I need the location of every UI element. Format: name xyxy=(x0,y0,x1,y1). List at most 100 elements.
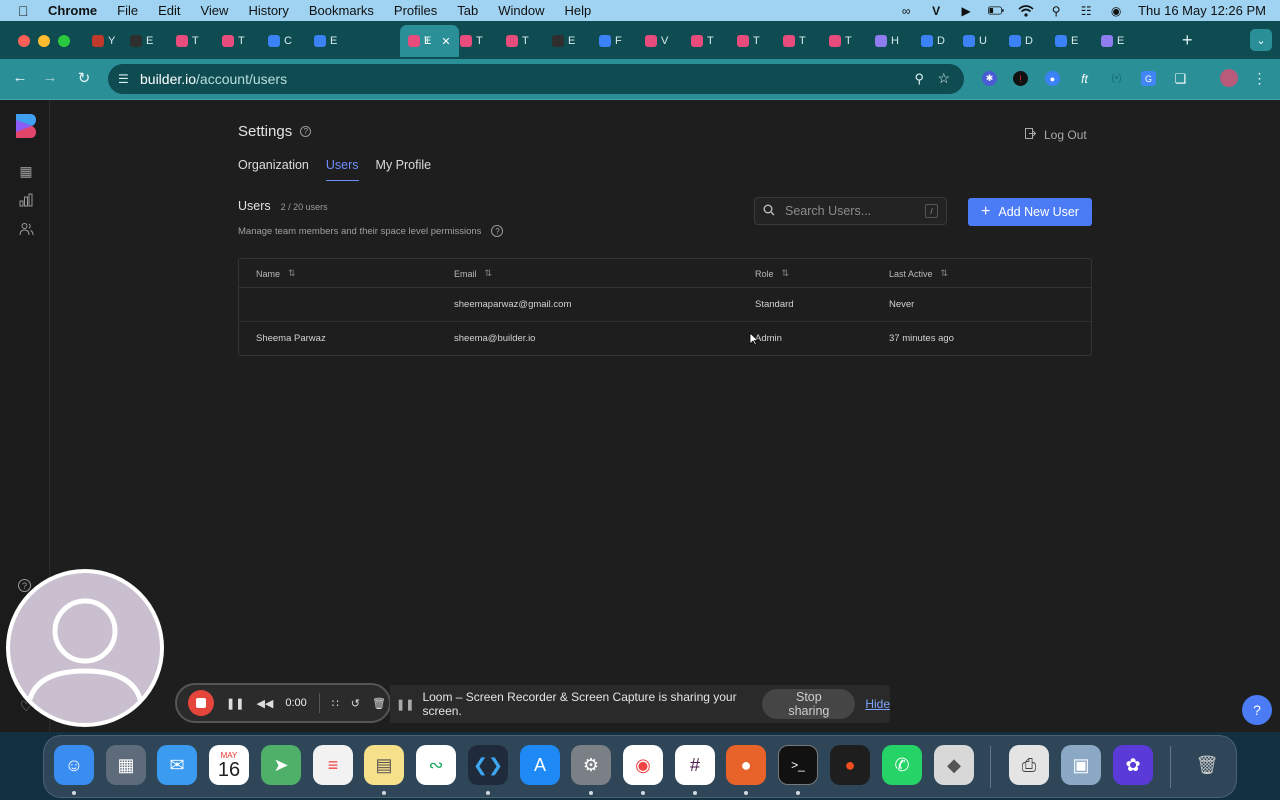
browser-tab[interactable]: U xyxy=(963,30,987,52)
printer-icon[interactable]: ⎙ xyxy=(1009,745,1049,785)
notes-icon[interactable]: ▤ xyxy=(364,745,404,785)
menu-clock[interactable]: Thu 16 May 12:26 PM xyxy=(1138,3,1266,18)
content-icon[interactable]: ▦ xyxy=(18,163,34,179)
extension-ft-icon[interactable]: ft xyxy=(1077,71,1092,86)
browser-tab[interactable]: E xyxy=(130,30,153,52)
menu-edit[interactable]: Edit xyxy=(158,3,180,18)
tab-my-profile[interactable]: My Profile xyxy=(376,158,432,181)
menu-window[interactable]: Window xyxy=(498,3,544,18)
browser-tab[interactable]: T xyxy=(460,30,483,52)
restart-icon[interactable]: ↺ xyxy=(351,697,360,710)
tab-users[interactable]: Users xyxy=(325,158,359,181)
menu-help[interactable]: Help xyxy=(565,3,592,18)
column-header-email[interactable]: Email ⇅ xyxy=(454,268,492,279)
figma-icon[interactable]: ● xyxy=(830,745,870,785)
browser-tab[interactable]: F xyxy=(599,30,622,52)
spotlight-search-icon[interactable]: ⚲ xyxy=(1048,4,1064,18)
table-row[interactable]: sheemaparwaz@gmail.com Standard Never xyxy=(239,288,1091,322)
loom-camera-bubble[interactable] xyxy=(6,569,164,727)
browser-tab[interactable]: C xyxy=(268,30,292,52)
logout-button[interactable]: Log Out xyxy=(1025,128,1087,142)
tab-close-icon[interactable]: ✕ xyxy=(441,35,450,48)
cell-role[interactable]: Standard xyxy=(755,299,794,310)
menu-tab[interactable]: Tab xyxy=(457,3,478,18)
rewind-icon[interactable]: ◀◀ xyxy=(256,697,273,710)
stop-recording-button[interactable] xyxy=(188,690,214,716)
menu-view[interactable]: View xyxy=(200,3,228,18)
users-icon[interactable] xyxy=(18,221,34,237)
tab-search-button[interactable]: ⌄ xyxy=(1250,29,1272,51)
browser-tab[interactable]: E xyxy=(1055,30,1078,52)
add-new-user-button[interactable]: + Add New User xyxy=(968,198,1092,226)
extension-brackets-icon[interactable]: (•) xyxy=(1109,71,1124,86)
reload-icon[interactable]: ↻ xyxy=(74,69,94,87)
column-header-role[interactable]: Role ⇅ xyxy=(755,268,789,279)
extension-puzzle-blue-icon[interactable]: ✱ xyxy=(982,71,997,86)
loom-icon[interactable]: ✿ xyxy=(1113,745,1153,785)
app-store-icon[interactable]: A xyxy=(520,745,560,785)
browser-tab[interactable]: T xyxy=(222,30,245,52)
menu-app-name[interactable]: Chrome xyxy=(48,3,97,18)
play-circle-icon[interactable]: ▶ xyxy=(958,4,974,18)
browser-tab[interactable]: H xyxy=(875,30,899,52)
browser-tab[interactable]: T xyxy=(408,30,431,52)
siri-icon[interactable]: ◉ xyxy=(1108,4,1124,18)
bookmark-star-icon[interactable]: ☆ xyxy=(937,70,950,87)
control-center-icon[interactable]: ☷ xyxy=(1078,4,1094,18)
tab-organization[interactable]: Organization xyxy=(238,158,309,181)
vscode-icon[interactable]: ❮❯ xyxy=(468,745,508,785)
cell-role[interactable]: Admin xyxy=(755,333,782,344)
pause-icon[interactable]: ❚❚ xyxy=(226,697,244,710)
drag-handle-icon[interactable]: ❚❚ xyxy=(396,698,414,711)
mail-icon[interactable]: ✉ xyxy=(157,745,197,785)
column-header-last-active[interactable]: Last Active ⇅ xyxy=(889,268,948,279)
permissions-help-icon[interactable]: ? xyxy=(491,225,504,237)
trash-bin-icon[interactable]: 🗑 xyxy=(1187,745,1227,785)
menu-history[interactable]: History xyxy=(248,3,288,18)
reminders-icon[interactable]: ≡ xyxy=(313,745,353,785)
wifi-icon[interactable] xyxy=(1018,4,1034,17)
extensions-puzzle-icon[interactable]: ❏ xyxy=(1173,71,1188,86)
extension-info-icon[interactable]: ! xyxy=(1013,71,1028,86)
address-url[interactable]: builder.io/account/users xyxy=(140,71,287,87)
browser-tab[interactable]: D xyxy=(921,30,945,52)
browser-tab[interactable]: T xyxy=(506,30,529,52)
preview-icon[interactable]: ▣ xyxy=(1061,745,1101,785)
address-bar[interactable]: ☰ builder.io/account/users ⚲ ☆ xyxy=(108,64,964,94)
roblox-icon[interactable]: ◆ xyxy=(934,745,974,785)
column-header-name[interactable]: Name ⇅ xyxy=(256,268,296,279)
browser-tab[interactable]: D xyxy=(1009,30,1033,52)
trash-icon[interactable]: 🗑 xyxy=(372,697,386,710)
profile-avatar[interactable] xyxy=(1220,69,1238,87)
forward-icon[interactable]: → xyxy=(40,69,60,86)
search-users-field[interactable]: / xyxy=(754,197,947,225)
browser-tab[interactable]: E xyxy=(552,30,575,52)
menu-bookmarks[interactable]: Bookmarks xyxy=(309,3,374,18)
drawing-grid-icon[interactable]: ∷ xyxy=(332,697,339,710)
calendar-icon[interactable]: MAY 16 xyxy=(209,745,249,785)
zoom-icon[interactable]: ⚲ xyxy=(914,71,924,87)
new-tab-button[interactable]: + xyxy=(1182,30,1193,51)
firefox-icon[interactable]: ● xyxy=(726,745,766,785)
floating-help-button[interactable]: ? xyxy=(1242,695,1272,725)
menu-profiles[interactable]: Profiles xyxy=(394,3,437,18)
window-zoom-button[interactable] xyxy=(58,35,70,47)
help-circle-icon[interactable]: ? xyxy=(18,579,31,592)
slack-icon[interactable]: # xyxy=(675,745,715,785)
vectorize-icon[interactable]: V xyxy=(928,4,944,18)
window-close-button[interactable] xyxy=(18,35,30,47)
freeform-icon[interactable]: ∾ xyxy=(416,745,456,785)
creative-cloud-icon[interactable]: ∞ xyxy=(898,4,914,18)
browser-tab[interactable]: T xyxy=(829,30,852,52)
search-users-input[interactable] xyxy=(785,204,925,218)
apple-menu-icon[interactable]:  xyxy=(18,3,34,19)
settings-help-icon[interactable]: ? xyxy=(300,126,312,137)
stop-sharing-button[interactable]: Stop sharing xyxy=(762,689,856,719)
maps-icon[interactable]: ➤ xyxy=(261,745,301,785)
chrome-menu-icon[interactable]: ⋮ xyxy=(1252,70,1267,86)
table-row[interactable]: Sheema Parwaz sheema@builder.io Admin 37… xyxy=(239,322,1091,356)
launchpad-icon[interactable]: ▦ xyxy=(106,745,146,785)
browser-tab[interactable]: T xyxy=(783,30,806,52)
finder-icon[interactable]: ☺ xyxy=(54,745,94,785)
chrome-icon[interactable]: ◉ xyxy=(623,745,663,785)
